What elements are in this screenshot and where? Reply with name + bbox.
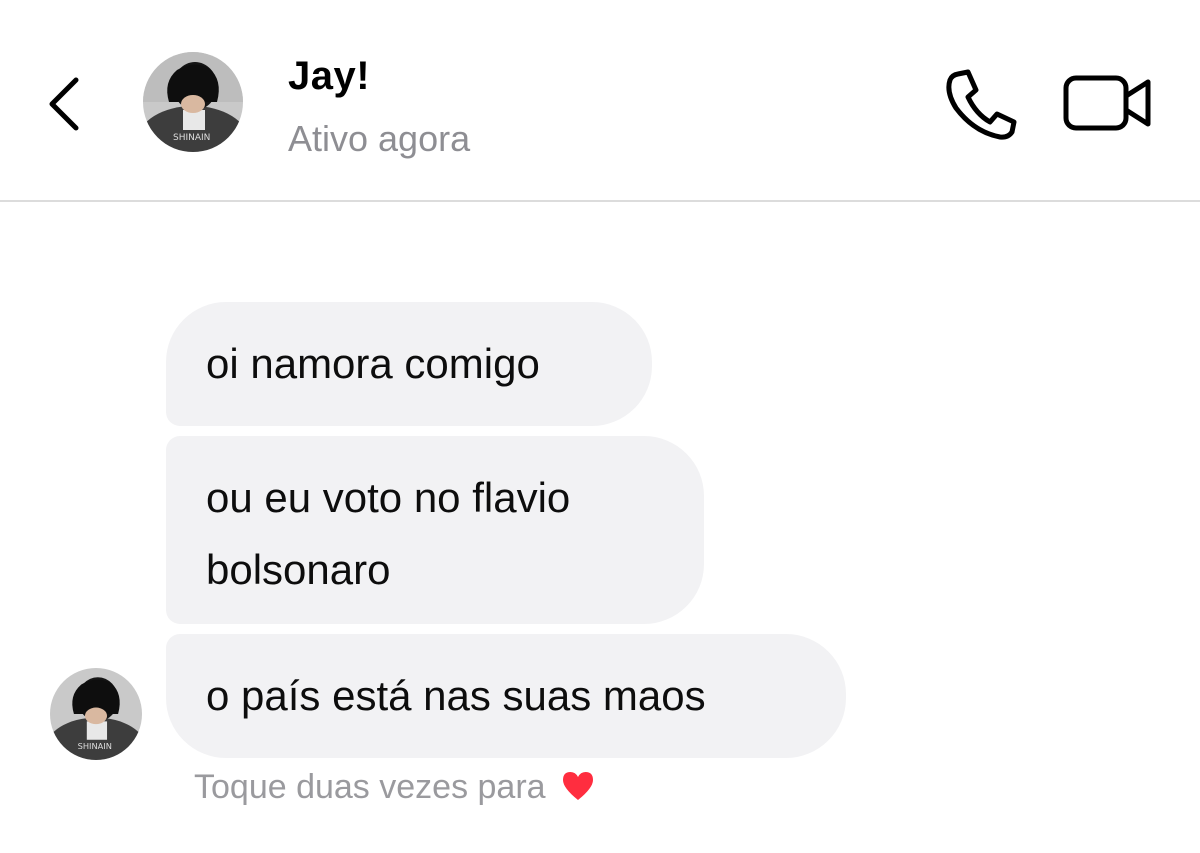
back-button[interactable] xyxy=(40,68,90,138)
message-bubble[interactable]: oi namora comigo xyxy=(166,302,652,426)
avatar-image: SHINAIN xyxy=(143,52,243,152)
video-camera-icon xyxy=(1063,75,1151,131)
heart-icon xyxy=(561,770,595,811)
message-text: bolsonaro xyxy=(206,546,391,593)
svg-text:SHINAIN: SHINAIN xyxy=(78,741,112,751)
message-text: o país está nas suas maos xyxy=(206,672,706,719)
svg-text:SHINAIN: SHINAIN xyxy=(173,133,210,143)
chat-header: SHINAIN Jay! Ativo agora xyxy=(0,0,1200,202)
double-tap-hint: Toque duas vezes para xyxy=(194,768,595,811)
active-status: Ativo agora xyxy=(288,118,471,159)
message-text: ou eu voto no flavio xyxy=(206,474,571,521)
message-bubble[interactable]: ou eu voto no flavio bolsonaro xyxy=(166,436,704,624)
message-text: oi namora comigo xyxy=(206,340,540,387)
sender-avatar[interactable]: SHINAIN xyxy=(50,668,142,760)
video-call-button[interactable] xyxy=(1062,70,1154,136)
voice-call-button[interactable] xyxy=(940,66,1020,142)
phone-icon xyxy=(946,69,1017,140)
message-bubble[interactable]: o país está nas suas maos xyxy=(166,634,846,758)
contact-avatar[interactable]: SHINAIN xyxy=(143,52,243,152)
contact-name[interactable]: Jay! xyxy=(288,54,370,99)
hint-text: Toque duas vezes para xyxy=(194,768,546,806)
avatar-image: SHINAIN xyxy=(50,668,142,760)
chevron-left-icon xyxy=(49,77,79,131)
